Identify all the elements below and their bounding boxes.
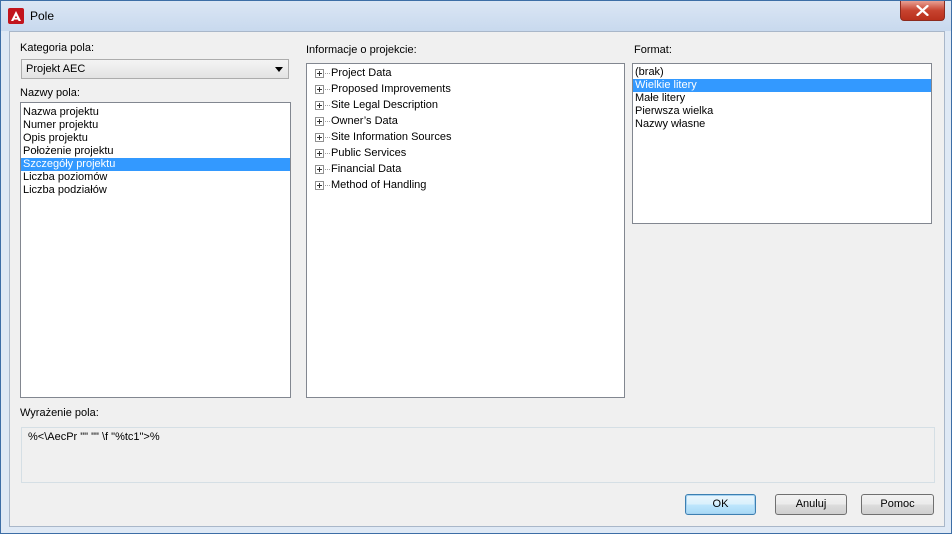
tree-connector-line — [325, 89, 330, 90]
tree-node-label: Public Services — [331, 147, 407, 159]
tree-connector-line — [325, 169, 330, 170]
tree-node-label: Owner’s Data — [331, 115, 398, 127]
chevron-down-icon — [275, 67, 283, 72]
expression-label: Wyrażenie pola: — [20, 407, 99, 419]
expand-plus-icon[interactable] — [315, 101, 324, 110]
format-item[interactable]: Pierwsza wielka — [633, 105, 931, 118]
category-label: Kategoria pola: — [20, 42, 94, 54]
expand-plus-icon[interactable] — [315, 181, 324, 190]
tree-node[interactable]: Site Legal Description — [307, 97, 624, 113]
project-info-tree[interactable]: Project Data Proposed Improvements Site Le… — [306, 63, 625, 398]
format-label: Format: — [634, 44, 672, 56]
dialog-client-area: Kategoria pola: Projekt AEC Nazwy pola: … — [9, 31, 945, 527]
field-name-item[interactable]: Nazwa projektu — [21, 106, 290, 119]
project-info-label: Informacje o projekcie: — [306, 44, 417, 56]
field-name-item[interactable]: Opis projektu — [21, 132, 290, 145]
tree-node[interactable]: Method of Handling — [307, 177, 624, 193]
field-name-item[interactable]: Liczba poziomów — [21, 171, 290, 184]
expression-value: %<\AecPr "" "" \f "%tc1">% — [28, 431, 160, 443]
title-bar[interactable]: Pole — [1, 1, 951, 31]
tree-connector-line — [325, 105, 330, 106]
close-icon — [916, 5, 929, 16]
tree-node-label: Site Legal Description — [331, 99, 439, 111]
tree-connector-line — [325, 121, 330, 122]
field-names-label: Nazwy pola: — [20, 87, 80, 99]
expand-plus-icon[interactable] — [315, 165, 324, 174]
tree-node[interactable]: Site Information Sources — [307, 129, 624, 145]
field-name-item[interactable]: Liczba podziałów — [21, 184, 290, 197]
help-button[interactable]: Pomoc — [861, 494, 934, 515]
autocad-a-icon — [8, 8, 24, 24]
expand-plus-icon[interactable] — [315, 133, 324, 142]
tree-connector-line — [325, 73, 330, 74]
tree-node-label: Project Data — [331, 67, 392, 79]
expand-plus-icon[interactable] — [315, 117, 324, 126]
format-list[interactable]: (brak) Wielkie litery Małe litery Pierwsza … — [632, 63, 932, 224]
tree-node[interactable]: Public Services — [307, 145, 624, 161]
tree-node-label: Financial Data — [331, 163, 402, 175]
ok-button[interactable]: OK — [685, 494, 756, 515]
tree-node[interactable]: Owner’s Data — [307, 113, 624, 129]
tree-node-label: Site Information Sources — [331, 131, 452, 143]
format-item[interactable]: Małe litery — [633, 92, 931, 105]
tree-node[interactable]: Proposed Improvements — [307, 81, 624, 97]
pole-dialog: Pole Kategoria pola: Projekt AEC Nazwy p… — [0, 0, 952, 534]
field-name-item[interactable]: Położenie projektu — [21, 145, 290, 158]
format-item[interactable]: Nazwy własne — [633, 118, 931, 131]
expand-plus-icon[interactable] — [315, 149, 324, 158]
expand-plus-icon[interactable] — [315, 85, 324, 94]
tree-connector-line — [325, 153, 330, 154]
close-button[interactable] — [900, 1, 945, 21]
field-name-item[interactable]: Szczegóły projektu — [21, 158, 290, 171]
field-name-item[interactable]: Numer projektu — [21, 119, 290, 132]
expand-plus-icon[interactable] — [315, 69, 324, 78]
category-selected-value: Projekt AEC — [26, 63, 86, 75]
format-item[interactable]: Wielkie litery — [633, 79, 931, 92]
window-title: Pole — [30, 9, 55, 23]
cancel-button[interactable]: Anuluj — [775, 494, 847, 515]
expression-field[interactable]: %<\AecPr "" "" \f "%tc1">% — [21, 427, 935, 483]
tree-node[interactable]: Project Data — [307, 65, 624, 81]
tree-node-label: Method of Handling — [331, 179, 427, 191]
tree-node[interactable]: Financial Data — [307, 161, 624, 177]
field-names-list[interactable]: Nazwa projektu Numer projektu Opis projekt… — [20, 102, 291, 398]
tree-connector-line — [325, 137, 330, 138]
category-dropdown[interactable]: Projekt AEC — [21, 59, 289, 79]
format-item[interactable]: (brak) — [633, 66, 931, 79]
tree-connector-line — [325, 185, 330, 186]
tree-node-label: Proposed Improvements — [331, 83, 451, 95]
